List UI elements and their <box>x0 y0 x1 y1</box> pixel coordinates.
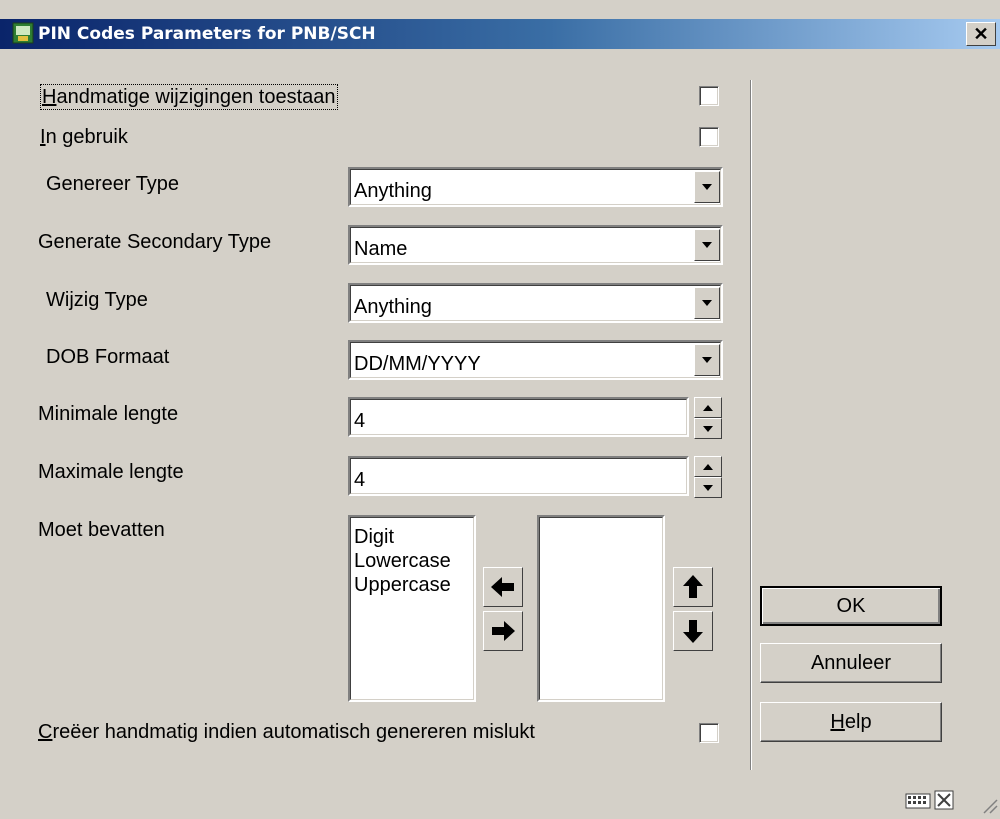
chevron-down-icon <box>702 300 712 306</box>
chevron-down-icon <box>702 184 712 190</box>
move-up-button[interactable] <box>673 567 713 607</box>
max-length-label: Maximale lengte <box>38 461 184 483</box>
available-list[interactable]: Digit Lowercase Uppercase <box>348 515 476 702</box>
manual-changes-label: Handmatige wijzigingen toestaan <box>40 84 338 110</box>
in-use-label: In gebruik <box>40 126 128 148</box>
secondary-type-dropdown-button[interactable] <box>694 229 720 261</box>
cancel-button[interactable]: Annuleer <box>760 643 942 683</box>
change-type-label: Wijzig Type <box>46 289 148 311</box>
min-length-input[interactable]: 4 <box>348 397 689 437</box>
arrow-right-icon <box>492 621 515 641</box>
dob-format-label: DOB Formaat <box>46 346 170 368</box>
max-length-input[interactable]: 4 <box>348 456 689 496</box>
min-length-spinner[interactable] <box>694 397 722 439</box>
dialog-window: PIN Codes Parameters for PNB/SCH ✕ Handm… <box>0 0 1000 816</box>
manual-changes-checkbox[interactable] <box>699 86 719 106</box>
dob-format-combo[interactable]: DD/MM/YYYY <box>348 340 723 380</box>
keyboard-icon[interactable] <box>905 792 931 810</box>
window-title: PIN Codes Parameters for PNB/SCH <box>38 24 376 44</box>
max-length-spinner[interactable] <box>694 456 722 498</box>
chevron-down-icon <box>703 484 713 491</box>
secondary-type-combo[interactable]: Name <box>348 225 723 265</box>
secondary-type-value: Name <box>354 238 408 260</box>
min-length-value: 4 <box>354 410 366 432</box>
close-button[interactable]: ✕ <box>966 22 996 46</box>
chevron-down-icon <box>703 425 713 432</box>
generate-type-value: Anything <box>354 180 432 202</box>
app-icon <box>12 22 34 44</box>
resize-icon[interactable] <box>934 790 954 810</box>
chevron-down-icon <box>702 242 712 248</box>
selected-list[interactable] <box>537 515 665 702</box>
list-item[interactable]: Uppercase <box>350 573 474 597</box>
vertical-divider <box>750 80 752 770</box>
change-type-combo[interactable]: Anything <box>348 283 723 323</box>
arrow-up-icon <box>683 575 703 598</box>
size-grip-icon[interactable] <box>978 794 998 814</box>
create-manual-checkbox[interactable] <box>699 723 719 743</box>
change-type-dropdown-button[interactable] <box>694 287 720 319</box>
title-bar[interactable]: PIN Codes Parameters for PNB/SCH ✕ <box>0 19 1000 49</box>
help-button[interactable]: Help <box>760 702 942 742</box>
dob-format-value: DD/MM/YYYY <box>354 353 481 375</box>
in-use-checkbox[interactable] <box>699 127 719 147</box>
chevron-up-icon <box>703 404 713 411</box>
create-manual-label: Creëer handmatig indien automatisch gene… <box>38 721 535 743</box>
spin-down-button[interactable] <box>694 418 722 439</box>
spin-up-button[interactable] <box>694 456 722 477</box>
change-type-value: Anything <box>354 296 432 318</box>
move-down-button[interactable] <box>673 611 713 651</box>
spin-up-button[interactable] <box>694 397 722 418</box>
must-contain-label: Moet bevatten <box>38 519 165 541</box>
min-length-label: Minimale lengte <box>38 403 179 425</box>
list-item[interactable]: Digit <box>350 525 474 549</box>
spin-down-button[interactable] <box>694 477 722 498</box>
help-button-label: Help <box>830 710 872 733</box>
max-length-value: 4 <box>354 469 366 491</box>
secondary-type-label: Generate Secondary Type <box>38 231 272 253</box>
list-item[interactable]: Lowercase <box>350 549 474 573</box>
move-right-button[interactable] <box>483 611 523 651</box>
arrow-down-icon <box>683 620 703 643</box>
ok-button[interactable]: OK <box>760 586 942 626</box>
generate-type-dropdown-button[interactable] <box>694 171 720 203</box>
dob-format-dropdown-button[interactable] <box>694 344 720 376</box>
chevron-down-icon <box>702 357 712 363</box>
arrow-left-icon <box>491 577 514 597</box>
generate-type-label: Genereer Type <box>46 173 180 195</box>
chevron-up-icon <box>703 463 713 470</box>
generate-type-combo[interactable]: Anything <box>348 167 723 207</box>
move-left-button[interactable] <box>483 567 523 607</box>
close-icon: ✕ <box>973 24 989 44</box>
